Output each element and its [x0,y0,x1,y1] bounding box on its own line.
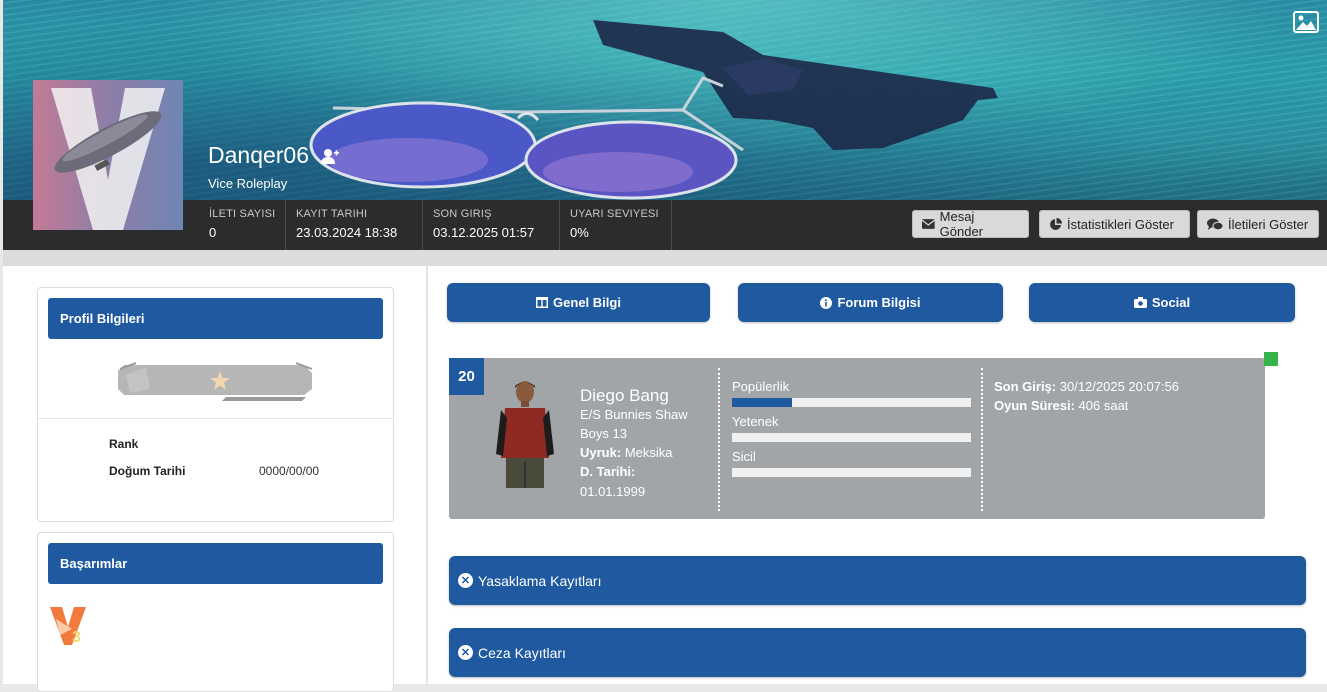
send-message-button[interactable]: Mesaj Gönder [912,209,1029,239]
svg-text:3: 3 [72,629,81,646]
change-cover-image-icon[interactable] [1293,10,1319,34]
character-nationality: Uyruk: Meksika [580,445,673,460]
stat-last-login: SON GIRIŞ 03.12.2025 01:57 [423,200,560,250]
tab-social[interactable]: Social [1029,283,1295,322]
tab-social-label: Social [1151,295,1191,310]
stat-label: İLETI SAYISI [209,208,276,220]
cover-artwork [309,20,998,200]
profile-sidebar: Profil Bilgileri Rank Doğum Tarihi 0000/… [3,266,427,692]
avatar[interactable] [33,80,183,230]
dotted-separator [718,368,720,511]
follow-user-icon[interactable] [320,148,340,164]
stat-value: 23.03.2024 18:38 [296,225,398,240]
envelope-icon [922,219,935,229]
profile-main: Genel Bilgi Forum Bilgisi Social 20 Dieg… [428,266,1327,684]
show-statistics-button[interactable]: İstatistikleri Göster [1039,210,1190,238]
stat-label: UYARI SEVIYESI [570,208,659,220]
character-birthdate-value: 01.01.1999 [580,484,646,499]
last-login-value: 30/12/2025 20:07:56 [1059,379,1180,394]
stat-value: 0% [570,225,589,240]
achievements-card: Başarımlar 3 [37,532,394,692]
username: Danqer06 [208,142,310,168]
record-bar [732,468,971,477]
user-group: Vice Roleplay [208,176,288,191]
skill-bar [732,433,971,442]
character-last-login: Son Giriş: 30/12/2025 20:07:56 [994,379,1179,394]
playtime-label: Oyun Süresi: [994,398,1075,413]
skill-label: Yetenek [732,414,779,429]
section-divider [3,250,1327,266]
show-posts-button[interactable]: İletileri Göster [1197,210,1319,238]
tab-general-info-label: Genel Bilgi [553,295,621,310]
popularity-bar [732,398,971,407]
character-birthdate-label: D. Tarihi: [580,464,636,479]
popularity-label: Popülerlik [732,379,790,394]
online-status-indicator [1264,352,1278,366]
avatar-logo-image [51,88,165,230]
info-circle-icon [820,296,833,309]
profile-info-title: Profil Bilgileri [48,298,383,339]
dotted-separator [981,368,983,511]
tab-forum-info[interactable]: Forum Bilgisi [738,283,1003,322]
achievement-badge-icon[interactable]: 3 [48,605,90,647]
last-login-label: Son Giriş: [994,379,1057,394]
birthdate-value: 0000/00/00 [259,464,320,478]
table-icon [536,297,549,308]
glasses-bridge [516,112,540,122]
stat-label: KAYIT TARIHI [296,208,368,220]
profile-cover [3,0,1327,200]
character-skin-image [496,381,554,488]
achievements-title: Başarımlar [48,543,383,584]
glasses-right-reflection [543,152,693,192]
close-circle-icon: ✕ [458,573,473,588]
character-card: 20 Diego Bang E/S Bunnies Shaw Boys 13 U… [449,358,1265,519]
glasses-left-reflection [328,138,488,182]
show-posts-label: İletileri Göster [1228,216,1309,232]
record-label: Sicil [732,449,756,464]
character-faction-line2: Boys 13 [580,426,627,441]
stat-label: SON GIRIŞ [433,208,492,220]
stat-value: 03.12.2025 01:57 [433,225,535,240]
stat-warning: UYARI SEVIYESI 0% [560,200,672,250]
playtime-value: 406 saat [1078,398,1129,413]
stat-registered: KAYIT TARIHI 23.03.2024 18:38 [286,200,423,250]
character-playtime: Oyun Süresi: 406 saat [994,398,1128,413]
ban-records-toggle[interactable]: ✕ Yasaklama Kayıtları [449,556,1306,605]
character-name: Diego Bang [580,386,669,405]
profile-statbar: İLETI SAYISI 0 KAYIT TARIHI 23.03.2024 1… [3,200,1327,250]
close-circle-icon: ✕ [458,645,473,660]
penalty-records-label: Ceza Kayıtları [478,644,566,661]
popularity-bar-fill [732,398,792,407]
camera-icon [1133,297,1147,308]
birthdate-label: Doğum Tarihi [109,464,186,478]
rank-badge-image [118,362,313,401]
send-message-label: Mesaj Gönder [939,209,984,239]
character-level-badge: 20 [449,358,484,395]
tab-forum-info-label: Forum Bilgisi [837,295,921,310]
glasses-arm [681,76,724,111]
stat-posts: İLETI SAYISI 0 [199,200,286,250]
tab-general-info[interactable]: Genel Bilgi [447,283,710,322]
stat-value: 0 [209,225,217,240]
card-divider [38,418,393,419]
nationality-value: Meksika [624,445,673,460]
profile-info-card: Profil Bilgileri Rank Doğum Tarihi 0000/… [37,287,394,522]
penalty-records-toggle[interactable]: ✕ Ceza Kayıtları [449,628,1306,677]
pie-chart-icon [1050,217,1062,230]
rank-label: Rank [109,437,139,451]
ban-records-label: Yasaklama Kayıtları [478,572,602,589]
show-statistics-label: İstatistikleri Göster [1067,216,1174,232]
character-faction-line1: E/S Bunnies Shaw [580,407,688,422]
nationality-label: Uyruk: [580,445,622,460]
comments-icon [1207,218,1223,230]
